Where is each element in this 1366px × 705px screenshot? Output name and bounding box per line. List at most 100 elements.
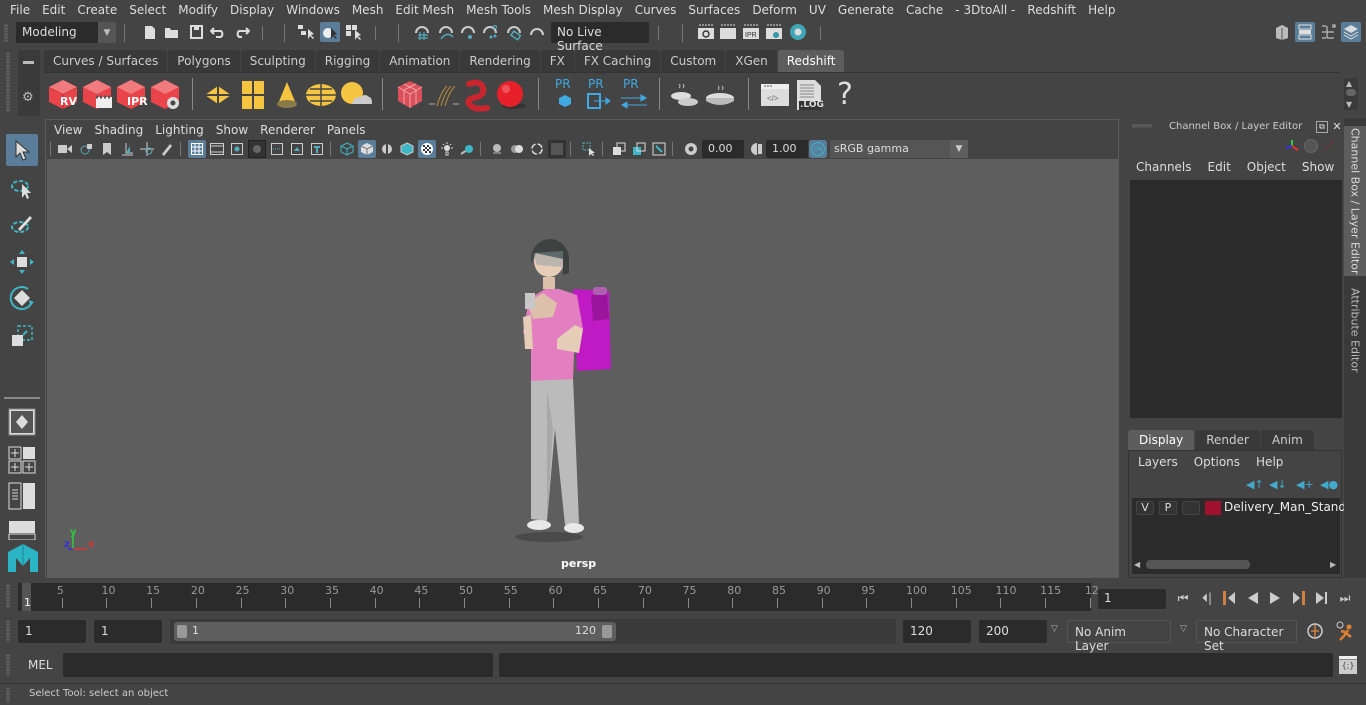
scale-tool-icon[interactable] — [6, 320, 38, 352]
shelf-scroll[interactable]: ▲ ▼ — [1344, 78, 1358, 110]
menu-create[interactable]: Create — [71, 3, 123, 17]
render-settings-icon[interactable] — [764, 22, 784, 42]
redshift-dome-light-icon[interactable] — [304, 78, 338, 112]
select-hierarchy-icon[interactable] — [296, 22, 316, 42]
bookmark-icon[interactable] — [98, 140, 116, 158]
scroll-right-icon[interactable]: ▶ — [1330, 560, 1336, 569]
redshift-proxy-icon[interactable] — [393, 78, 427, 112]
go-to-end-icon[interactable]: ⏭ — [1336, 589, 1354, 607]
menu-generate[interactable]: Generate — [832, 3, 900, 17]
exposure-icon[interactable] — [682, 140, 700, 158]
shelf-tab-curves-surfaces[interactable]: Curves / Surfaces — [44, 50, 168, 72]
command-language-label[interactable]: MEL — [28, 658, 53, 672]
channel-menu-channels[interactable]: Channels — [1136, 160, 1192, 174]
grid-toggle-icon[interactable] — [188, 140, 206, 158]
wireframe-icon[interactable] — [338, 140, 356, 158]
side-tab-channel-box[interactable]: Channel Box / Layer Editor — [1344, 126, 1366, 276]
channel-menu-show[interactable]: Show — [1302, 160, 1334, 174]
animation-preferences-icon[interactable] — [1334, 620, 1356, 645]
redshift-volume-icon[interactable] — [461, 78, 495, 112]
menu-mesh[interactable]: Mesh — [346, 3, 390, 17]
outliner-persp-layout-icon[interactable] — [6, 480, 38, 512]
step-forward-frame-icon[interactable] — [1313, 589, 1331, 607]
backface-culling-icon[interactable] — [528, 140, 546, 158]
shelf-tab-animation[interactable]: Animation — [380, 50, 460, 72]
menu-help[interactable]: Help — [1082, 3, 1121, 17]
viewport-menu-panels[interactable]: Panels — [323, 123, 374, 137]
shelf-drag-handle[interactable] — [6, 52, 10, 112]
layer-tab-render[interactable]: Render — [1195, 430, 1260, 450]
side-tab-attribute-editor[interactable]: Attribute Editor — [1344, 280, 1366, 380]
menu-file[interactable]: File — [4, 3, 36, 17]
animation-start-field[interactable]: 1 — [18, 620, 86, 643]
move-layer-up-icon[interactable]: ◀↑ — [1246, 478, 1264, 491]
gate-mask-icon[interactable] — [248, 140, 266, 158]
drag-handle[interactable] — [4, 24, 8, 42]
drag-handle[interactable] — [1132, 124, 1152, 128]
move-layer-down-icon[interactable]: ◀↓ — [1269, 478, 1287, 491]
select-tool-icon[interactable] — [6, 134, 38, 166]
color-space-dropdown[interactable]: sRGB gamma ▼ — [830, 140, 968, 158]
channel-menu-edit[interactable]: Edit — [1208, 160, 1231, 174]
redshift-render-sequence-icon[interactable] — [80, 78, 114, 112]
redshift-pr-export-icon[interactable]: PR — [582, 77, 616, 112]
playback-end-field[interactable]: 120 — [903, 620, 971, 643]
redshift-pr-transfer-icon[interactable]: PR — [617, 77, 651, 112]
animation-end-field[interactable]: 200 — [979, 620, 1047, 643]
open-scene-icon[interactable] — [162, 22, 182, 42]
smooth-wireframe-icon[interactable] — [548, 140, 566, 158]
character-set-dropdown-arrow[interactable]: ▽ — [1180, 624, 1187, 634]
shelf-tab-rendering[interactable]: Rendering — [460, 50, 540, 72]
camera-icon[interactable] — [56, 140, 74, 158]
sidebar-icon[interactable] — [1272, 22, 1292, 42]
shelf-tab-fx[interactable]: FX — [540, 50, 574, 72]
gear-icon[interactable]: ⚙ — [22, 90, 34, 105]
field-chart-icon[interactable] — [268, 140, 286, 158]
anim-layer-dropdown[interactable]: No Anim Layer — [1067, 620, 1171, 653]
layer-tab-anim[interactable]: Anim — [1260, 430, 1314, 450]
menu-edit-mesh[interactable]: Edit Mesh — [389, 3, 460, 17]
play-forwards-icon[interactable] — [1266, 589, 1284, 607]
new-empty-layer-icon[interactable]: ◀+ — [1296, 478, 1314, 491]
redo-icon[interactable] — [232, 22, 252, 42]
go-to-start-icon[interactable]: ⏮ — [1174, 589, 1192, 607]
lasso-tool-icon[interactable] — [6, 172, 38, 204]
menu-curves[interactable]: Curves — [629, 3, 683, 17]
2d-pan-zoom-icon[interactable] — [138, 140, 156, 158]
step-back-key-icon[interactable] — [1220, 589, 1238, 607]
default-material-icon[interactable] — [378, 140, 396, 158]
resolution-gate-icon[interactable] — [228, 140, 246, 158]
menu-surfaces[interactable]: Surfaces — [682, 3, 746, 17]
float-panel-icon[interactable]: ⧉ — [1316, 121, 1328, 133]
shelf-tab-custom[interactable]: Custom — [661, 50, 726, 72]
shelf-tab-xgen[interactable]: XGen — [726, 50, 777, 72]
redshift-area-light-icon[interactable] — [201, 78, 235, 112]
viewport-menu-show[interactable]: Show — [212, 123, 256, 137]
camera-attributes-icon[interactable] — [78, 140, 96, 158]
undo-icon[interactable] — [208, 22, 228, 42]
rotate-tool-icon[interactable] — [6, 282, 38, 314]
hyper-icon[interactable] — [1323, 140, 1335, 151]
save-scene-icon[interactable] — [186, 22, 206, 42]
paint-select-tool-icon[interactable] — [6, 208, 38, 240]
four-pane-layout-icon[interactable] — [6, 444, 38, 476]
redshift-script-icon[interactable]: </> — [758, 78, 792, 112]
smooth-shade-icon[interactable] — [358, 140, 376, 158]
redshift-hair-icon[interactable] — [427, 78, 461, 112]
layer-name[interactable]: Delivery_Man_Standin — [1224, 500, 1357, 514]
modeling-toolkit-icon[interactable] — [1295, 22, 1315, 42]
new-scene-icon[interactable] — [140, 22, 160, 42]
redshift-render-view-icon[interactable]: RV — [46, 78, 80, 112]
textured-icon[interactable] — [418, 140, 436, 158]
xray-joints-icon[interactable] — [508, 140, 526, 158]
redshift-render-settings-icon[interactable] — [148, 78, 182, 112]
wireframe-on-shaded-icon[interactable] — [398, 140, 416, 158]
shadows-icon[interactable] — [458, 140, 476, 158]
image-plane-icon[interactable] — [118, 140, 136, 158]
layer-editor-icon[interactable] — [1341, 22, 1361, 42]
auto-key-icon[interactable] — [1306, 622, 1324, 643]
drag-handle[interactable] — [6, 687, 10, 703]
range-start-handle[interactable] — [177, 625, 187, 638]
menu-redshift[interactable]: Redshift — [1021, 3, 1082, 17]
menu-deform[interactable]: Deform — [746, 3, 803, 17]
